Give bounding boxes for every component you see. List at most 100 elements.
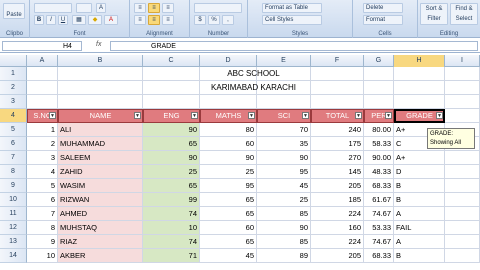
grid-cell[interactable] <box>364 95 394 109</box>
align-top-icon[interactable]: ≡ <box>134 3 146 13</box>
data-cell[interactable]: 1 <box>27 123 58 137</box>
filter-dropdown-icon[interactable]: ▼ <box>191 112 198 119</box>
data-cell[interactable]: 60 <box>200 221 257 235</box>
data-cell[interactable]: AKBER <box>58 249 143 263</box>
filter-dropdown-icon[interactable]: ▼ <box>355 112 362 119</box>
column-header-h[interactable]: H <box>394 55 445 67</box>
row-header-7[interactable]: 7 <box>0 151 27 165</box>
data-cell[interactable]: 175 <box>311 137 364 151</box>
data-cell[interactable]: 65 <box>143 137 200 151</box>
data-cell[interactable]: RIAZ <box>58 235 143 249</box>
filter-dropdown-icon[interactable]: ▼ <box>302 112 309 119</box>
row-header-5[interactable]: 5 <box>0 123 27 137</box>
data-cell[interactable]: 89 <box>257 249 311 263</box>
font-name-dropdown[interactable] <box>34 3 72 13</box>
data-cell[interactable]: 25 <box>257 193 311 207</box>
filter-dropdown-icon[interactable]: ▼ <box>49 112 56 119</box>
filter-dropdown-icon[interactable]: ▼ <box>134 112 141 119</box>
data-cell[interactable]: 3 <box>27 151 58 165</box>
data-cell[interactable]: MUHSTAQ <box>58 221 143 235</box>
align-bottom-icon[interactable]: ≡ <box>162 3 174 13</box>
data-cell[interactable]: B <box>394 249 445 263</box>
data-cell[interactable]: 6 <box>27 193 58 207</box>
grid-cell[interactable] <box>445 151 480 165</box>
grid-cell[interactable] <box>394 67 445 81</box>
data-cell[interactable]: 205 <box>311 249 364 263</box>
grid-cell[interactable] <box>364 81 394 95</box>
column-header-d[interactable]: D <box>200 55 257 67</box>
data-cell[interactable]: 99 <box>143 193 200 207</box>
filter-dropdown-icon[interactable]: ▼ <box>385 112 392 119</box>
currency-icon[interactable]: $ <box>194 15 206 25</box>
data-cell[interactable]: 65 <box>143 179 200 193</box>
grid-cell[interactable] <box>445 95 480 109</box>
align-middle-icon[interactable]: ≡ <box>148 3 160 13</box>
grid-cell[interactable] <box>445 235 480 249</box>
name-box[interactable]: H4 <box>2 41 82 51</box>
data-cell[interactable]: ALI <box>58 123 143 137</box>
column-header-g[interactable]: G <box>364 55 394 67</box>
data-cell[interactable]: A <box>394 207 445 221</box>
formula-input[interactable]: GRADE <box>110 41 478 51</box>
grid-cell[interactable] <box>200 95 257 109</box>
data-cell[interactable]: 10 <box>27 249 58 263</box>
data-cell[interactable]: 61.67 <box>364 193 394 207</box>
row-header-1[interactable]: 1 <box>0 67 27 81</box>
data-cell[interactable]: 205 <box>311 179 364 193</box>
data-cell[interactable]: 65 <box>200 193 257 207</box>
header-cell-eng[interactable]: ENG ▼ <box>143 109 200 123</box>
column-header-f[interactable]: F <box>311 55 364 67</box>
data-cell[interactable]: 90 <box>143 123 200 137</box>
data-cell[interactable]: 48.33 <box>364 165 394 179</box>
grid-cell[interactable] <box>445 67 480 81</box>
column-header-e[interactable]: E <box>257 55 311 67</box>
data-cell[interactable]: 74 <box>143 207 200 221</box>
data-cell[interactable]: 25 <box>143 165 200 179</box>
row-header-11[interactable]: 11 <box>0 207 27 221</box>
grid-cell[interactable] <box>27 95 58 109</box>
grid-cell[interactable] <box>445 207 480 221</box>
data-cell[interactable]: 224 <box>311 235 364 249</box>
data-cell[interactable]: 85 <box>257 207 311 221</box>
select-all-corner[interactable] <box>0 55 27 67</box>
fx-icon[interactable]: fx <box>96 41 101 48</box>
header-cell-maths[interactable]: MATHS ▼ <box>200 109 257 123</box>
data-cell[interactable]: SALEEM <box>58 151 143 165</box>
format-button[interactable]: Format <box>363 15 403 25</box>
align-right-icon[interactable]: ≡ <box>162 15 174 25</box>
data-cell[interactable]: AHMED <box>58 207 143 221</box>
header-cell-grade[interactable]: GRADE ▼ <box>394 109 445 123</box>
data-cell[interactable]: B <box>394 193 445 207</box>
header-cell-per[interactable]: PER ▼ <box>364 109 394 123</box>
data-cell[interactable]: 90 <box>257 221 311 235</box>
data-cell[interactable]: ZAHID <box>58 165 143 179</box>
data-cell[interactable]: 74.67 <box>364 235 394 249</box>
align-left-icon[interactable]: ≡ <box>134 15 146 25</box>
data-cell[interactable]: 71 <box>143 249 200 263</box>
find-select-button[interactable]: Find & Select <box>450 3 478 25</box>
format-as-table-button[interactable]: Format as Table <box>262 3 322 13</box>
data-cell[interactable]: 90 <box>257 151 311 165</box>
data-cell[interactable]: 90.00 <box>364 151 394 165</box>
header-cell-sno[interactable]: S.NO ▼ <box>27 109 58 123</box>
data-cell[interactable]: 65 <box>200 235 257 249</box>
delete-button[interactable]: Delete <box>363 3 403 13</box>
data-cell[interactable]: 53.33 <box>364 221 394 235</box>
data-cell[interactable]: 70 <box>257 123 311 137</box>
data-cell[interactable]: 74.67 <box>364 207 394 221</box>
column-header-a[interactable]: A <box>27 55 58 67</box>
bold-icon[interactable]: B <box>34 15 44 25</box>
data-cell[interactable]: 10 <box>143 221 200 235</box>
grid-cell[interactable] <box>445 179 480 193</box>
column-header-b[interactable]: B <box>58 55 143 67</box>
grid-cell[interactable] <box>27 81 58 95</box>
grow-font-icon[interactable]: A <box>96 3 106 13</box>
data-cell[interactable]: D <box>394 165 445 179</box>
grid-cell[interactable] <box>394 81 445 95</box>
data-cell[interactable]: 145 <box>311 165 364 179</box>
data-cell[interactable]: 80 <box>200 123 257 137</box>
row-header-12[interactable]: 12 <box>0 221 27 235</box>
grid-cell[interactable] <box>58 81 143 95</box>
data-cell[interactable]: FAIL <box>394 221 445 235</box>
data-cell[interactable]: WASIM <box>58 179 143 193</box>
